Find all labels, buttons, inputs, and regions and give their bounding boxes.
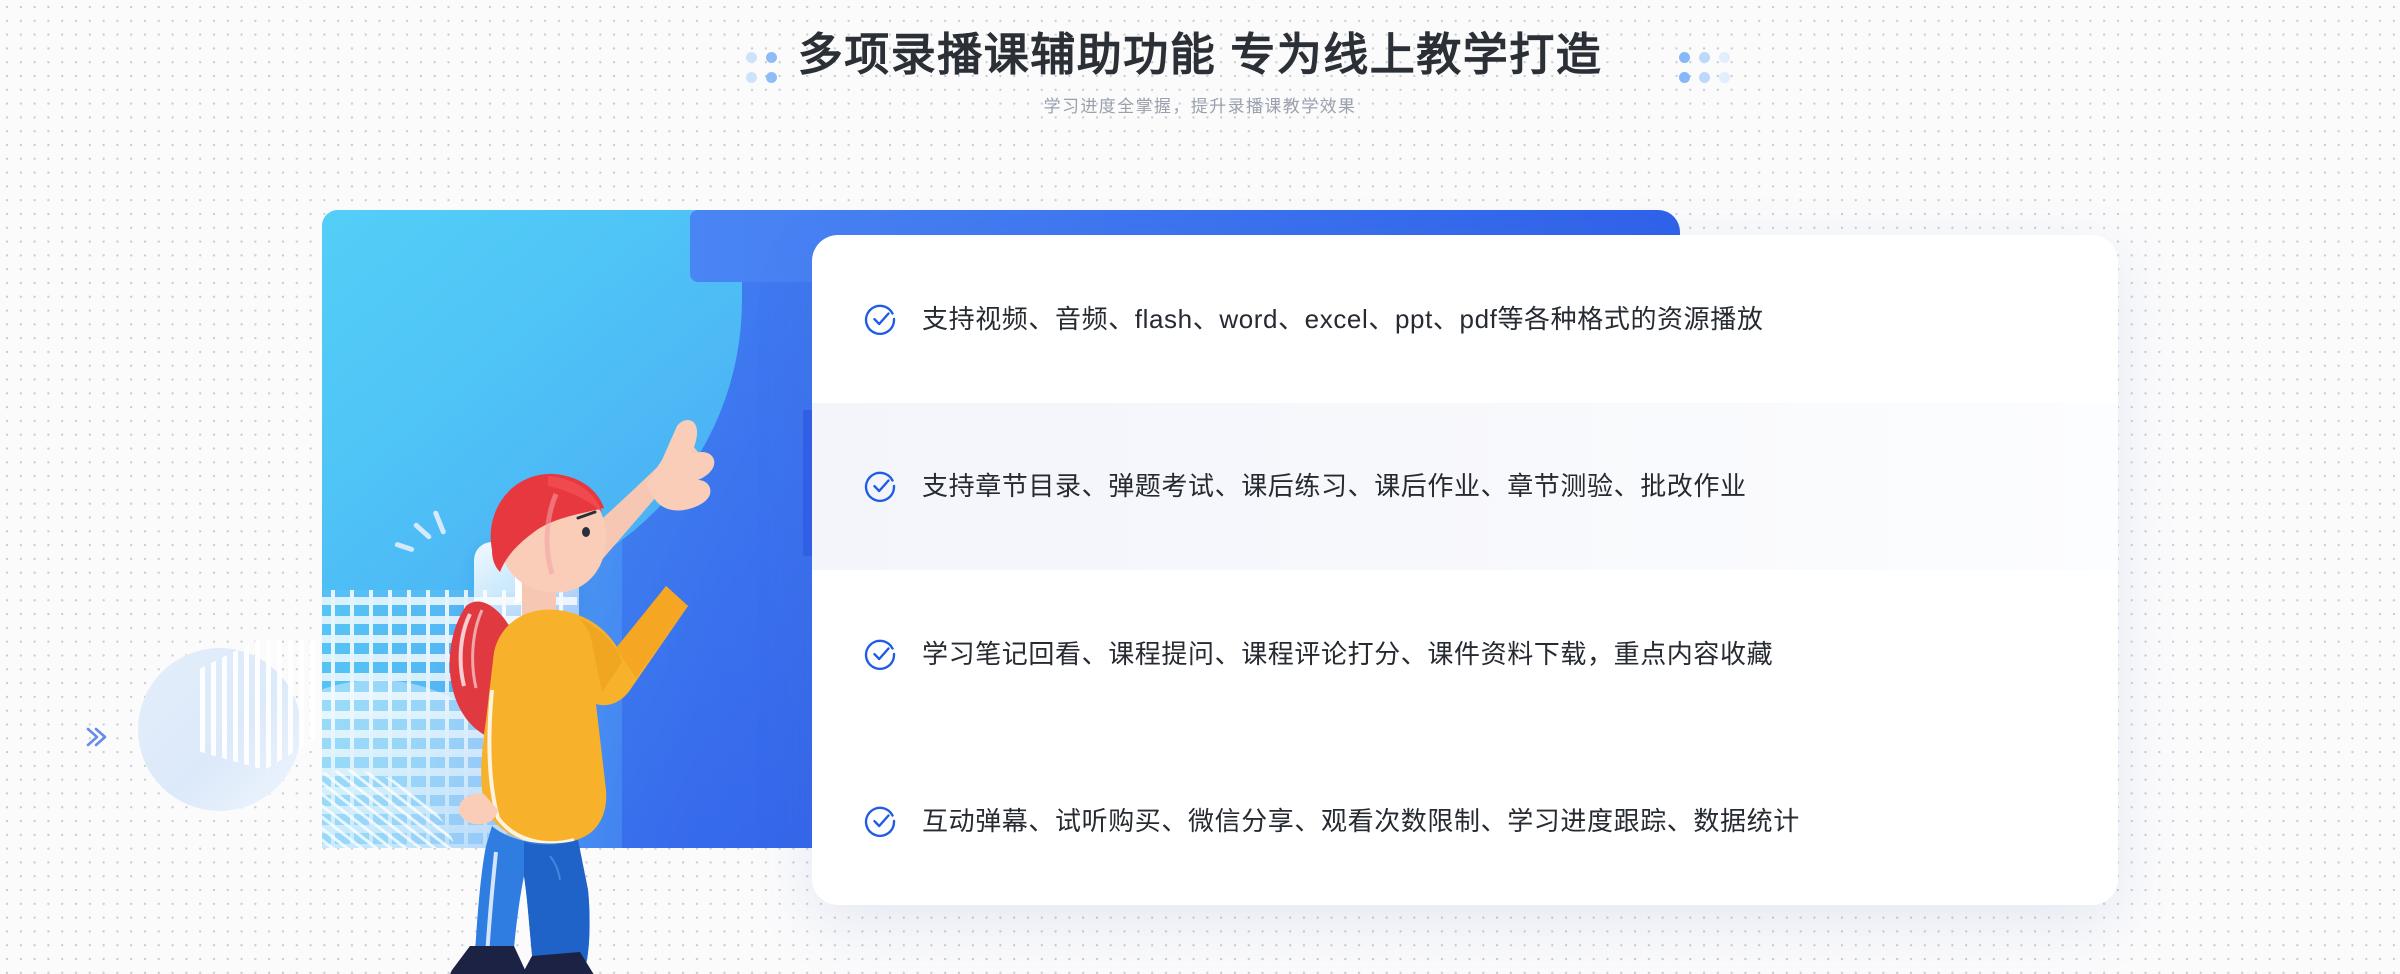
feature-text: 学习笔记回看、课程提问、课程评论打分、课件资料下载，重点内容收藏: [922, 638, 1774, 669]
chevron-right-icon: [80, 720, 114, 759]
header: 多项录播课辅助功能 专为线上教学打造 学习进度全掌握，提升录播课教学效果: [0, 0, 2400, 160]
feature-text: 支持视频、音频、flash、word、excel、ppt、pdf等各种格式的资源…: [922, 303, 1764, 334]
feature-text: 支持章节目录、弹题考试、课后练习、课后作业、章节测验、批改作业: [922, 471, 1747, 502]
page-subtitle: 学习进度全掌握，提升录播课教学效果: [1043, 97, 1357, 116]
feature-row[interactable]: 支持视频、音频、flash、word、excel、ppt、pdf等各种格式的资源…: [812, 235, 2118, 403]
check-circle-icon: [864, 639, 896, 670]
feature-list-card: 支持视频、音频、flash、word、excel、ppt、pdf等各种格式的资源…: [812, 235, 2118, 905]
play-icon: [515, 569, 543, 605]
check-circle-icon: [864, 806, 896, 838]
check-circle-icon: [864, 304, 896, 335]
illustration-panel: [322, 210, 812, 848]
play-video-bubble-icon: [474, 542, 579, 642]
page-title: 多项录播课辅助功能 专为线上教学打造: [797, 29, 1603, 80]
feature-row[interactable]: 支持章节目录、弹题考试、课后练习、课后作业、章节测验、批改作业: [812, 402, 2118, 570]
check-circle-icon: [864, 471, 896, 503]
feature-row[interactable]: 互动弹幕、试听购买、微信分享、观看次数限制、学习进度跟踪、数据统计: [812, 738, 2118, 906]
feature-text: 互动弹幕、试听购买、微信分享、观看次数限制、学习进度跟踪、数据统计: [922, 806, 1800, 837]
feature-row[interactable]: 学习笔记回看、课程提问、课程评论打分、课件资料下载，重点内容收藏: [812, 570, 2118, 738]
